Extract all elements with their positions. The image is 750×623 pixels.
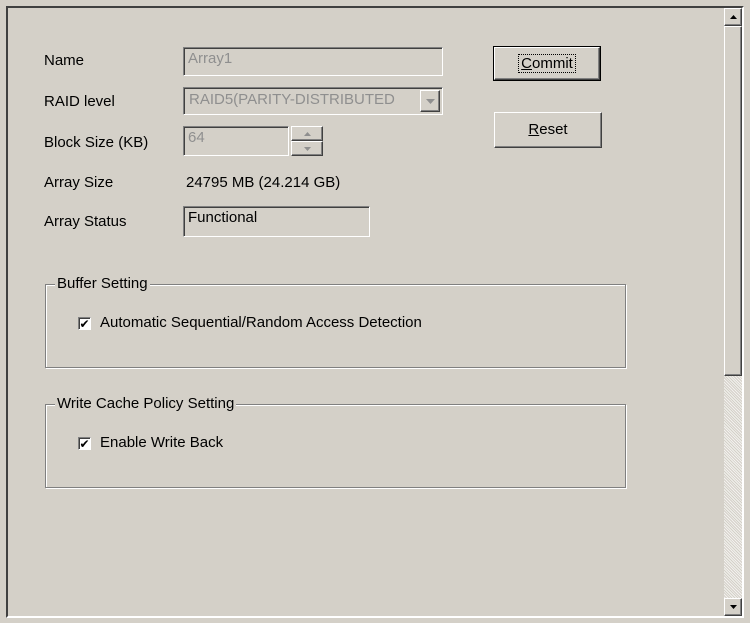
- spin-up-icon[interactable]: [291, 126, 323, 141]
- auto-detect-label[interactable]: Automatic Sequential/Random Access Detec…: [100, 314, 422, 331]
- write-cache-legend: Write Cache Policy Setting: [55, 395, 237, 412]
- reset-label-rest: eset: [539, 121, 568, 138]
- check-icon: ✔: [79, 436, 90, 451]
- dropdown-arrow-icon[interactable]: [420, 90, 440, 112]
- block-size-field[interactable]: 64: [183, 126, 289, 156]
- scrollbar-thumb[interactable]: [724, 26, 742, 376]
- write-back-label[interactable]: Enable Write Back: [100, 434, 223, 451]
- reset-button[interactable]: Reset: [494, 112, 602, 148]
- reset-accelerator: R: [528, 121, 540, 138]
- spin-down-icon[interactable]: [291, 141, 323, 156]
- block-size-label: Block Size (KB): [44, 134, 149, 151]
- write-back-checkbox[interactable]: ✔: [78, 437, 91, 450]
- name-field[interactable]: Array1: [183, 47, 443, 76]
- commit-accelerator: C: [521, 55, 532, 72]
- raid-level-value: RAID5(PARITY-DISTRIBUTED: [189, 91, 395, 108]
- array-status-field: Functional: [183, 206, 370, 237]
- buffer-setting-legend: Buffer Setting: [55, 275, 150, 292]
- reset-button-label: Reset: [528, 121, 567, 138]
- raid-level-select[interactable]: RAID5(PARITY-DISTRIBUTED: [183, 87, 443, 115]
- scroll-down-icon[interactable]: [724, 598, 742, 616]
- raid-level-label: RAID level: [44, 93, 115, 110]
- name-label: Name: [44, 52, 85, 69]
- scroll-up-icon[interactable]: [724, 8, 742, 26]
- commit-button[interactable]: Commit: [493, 46, 601, 81]
- commit-label-rest: ommit: [532, 55, 573, 72]
- array-status-label: Array Status: [44, 213, 127, 230]
- auto-detect-checkbox[interactable]: ✔: [78, 317, 91, 330]
- array-size-label: Array Size: [44, 174, 114, 191]
- check-icon: ✔: [79, 316, 90, 331]
- commit-button-label: Commit: [518, 54, 576, 73]
- array-size-value: 24795 MB (24.214 GB): [186, 174, 341, 191]
